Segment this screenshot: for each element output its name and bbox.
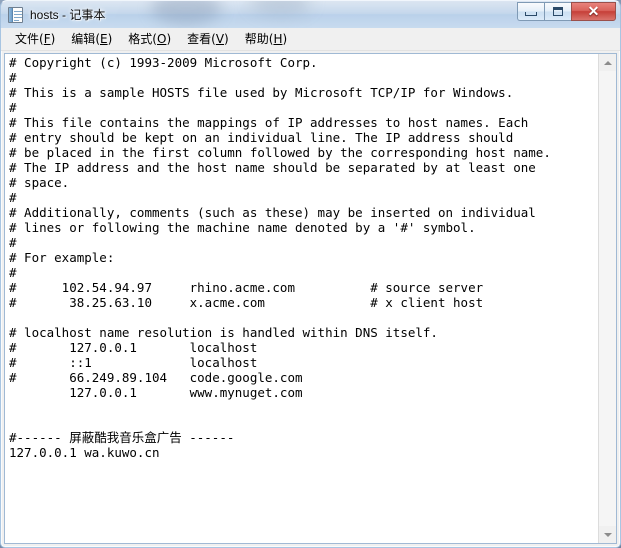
menu-item-file-accelerator: F: [43, 32, 51, 46]
scroll-down-button[interactable]: [599, 526, 616, 543]
menu-item-view[interactable]: 查看(V): [179, 28, 237, 50]
menu-item-help[interactable]: 帮助(H): [237, 28, 295, 50]
scroll-down-arrow-icon: [603, 532, 612, 537]
notepad-icon-rule: [14, 13, 22, 15]
maximize-icon: [553, 6, 563, 16]
menu-item-format[interactable]: 格式(O): [120, 28, 179, 50]
close-icon: ✕: [587, 3, 600, 19]
text-editor[interactable]: # Copyright (c) 1993-2009 Microsoft Corp…: [5, 54, 598, 543]
scrollbar-track[interactable]: [599, 71, 616, 526]
minimize-icon: [525, 11, 537, 16]
menu-item-view-label: 查看: [187, 32, 212, 46]
menu-item-format-accelerator: O: [156, 32, 167, 46]
menu-item-edit-accelerator: E: [100, 32, 108, 46]
minimize-button[interactable]: [517, 1, 544, 21]
maximize-button[interactable]: [544, 1, 571, 21]
notepad-window: hosts - 记事本 ✕ 文件(F) 编辑(E) 格式(O) 查看(V) 帮助…: [0, 0, 621, 548]
menu-item-view-accelerator: V: [215, 32, 225, 46]
menu-item-edit[interactable]: 编辑(E): [63, 28, 120, 50]
caption-button-group: ✕: [517, 1, 620, 28]
notepad-icon-rule: [14, 16, 22, 18]
editor-frame: # Copyright (c) 1993-2009 Microsoft Corp…: [4, 53, 617, 544]
menu-bar: 文件(F) 编辑(E) 格式(O) 查看(V) 帮助(H): [1, 28, 620, 51]
notepad-icon-rule: [14, 19, 19, 21]
title-bar[interactable]: hosts - 记事本 ✕: [0, 0, 621, 28]
menu-item-file[interactable]: 文件(F): [7, 28, 63, 50]
menu-item-format-label: 格式: [128, 32, 153, 46]
menu-item-file-label: 文件: [15, 32, 40, 46]
menu-item-help-label: 帮助: [244, 32, 269, 46]
notepad-icon-rule: [14, 10, 22, 12]
notepad-document-icon: [8, 6, 23, 23]
window-title: hosts - 记事本: [30, 8, 106, 22]
notepad-icon-spine: [9, 7, 13, 22]
menu-item-edit-label: 编辑: [71, 32, 96, 46]
title-bar-left: hosts - 记事本: [1, 6, 517, 23]
close-button[interactable]: ✕: [571, 1, 616, 21]
scroll-up-button[interactable]: [599, 54, 616, 71]
scroll-up-arrow-icon: [603, 60, 612, 65]
vertical-scrollbar[interactable]: [598, 54, 616, 543]
menu-item-help-accelerator: H: [273, 32, 283, 46]
hosts-file-content[interactable]: # Copyright (c) 1993-2009 Microsoft Corp…: [9, 55, 598, 460]
window-client-area: 文件(F) 编辑(E) 格式(O) 查看(V) 帮助(H) # Copyrigh…: [0, 28, 621, 548]
